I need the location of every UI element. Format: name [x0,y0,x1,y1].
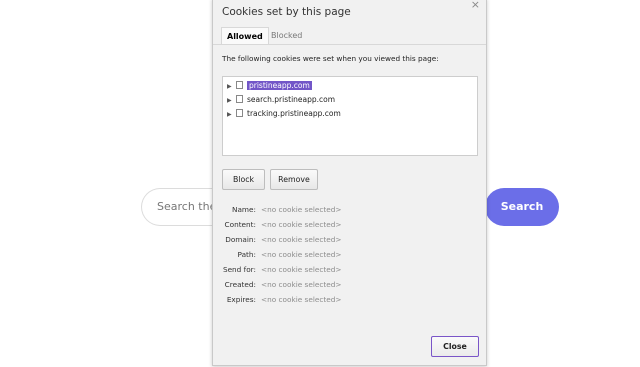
cookie-tree[interactable]: ▶ pristineapp.com ▶ search.pristineapp.com… [222,76,478,156]
tab-allowed[interactable]: Allowed [221,27,269,44]
detail-label: Domain: [225,235,256,244]
file-icon [236,95,243,103]
detail-row-content: Content: <no cookie selected> [213,220,488,234]
expand-arrow-icon[interactable]: ▶ [227,95,236,107]
detail-row-send-for: Send for: <no cookie selected> [213,265,488,279]
detail-row-path: Path: <no cookie selected> [213,250,488,264]
close-icon[interactable]: × [471,0,480,11]
tab-bar: Allowed Blocked [213,27,486,45]
detail-value: <no cookie selected> [261,265,342,274]
detail-row-expires: Expires: <no cookie selected> [213,295,488,309]
cookies-dialog: Cookies set by this page × Allowed Block… [212,0,487,366]
detail-label: Name: [232,205,256,214]
detail-row-name: Name: <no cookie selected> [213,205,488,219]
detail-label: Content: [224,220,256,229]
detail-row-domain: Domain: <no cookie selected> [213,235,488,249]
detail-value: <no cookie selected> [261,250,342,259]
detail-label: Path: [237,250,257,259]
detail-value: <no cookie selected> [261,220,342,229]
close-button[interactable]: Close [431,336,479,357]
tree-item-tracking-pristineapp[interactable]: ▶ tracking.pristineapp.com [227,108,341,120]
tree-item-pristineapp[interactable]: ▶ pristineapp.com [227,80,312,92]
dialog-title: Cookies set by this page [222,6,351,18]
tree-item-label: pristineapp.com [247,81,312,90]
intro-text: The following cookies were set when you … [222,54,439,63]
remove-button[interactable]: Remove [270,169,318,190]
file-icon [236,81,243,89]
detail-value: <no cookie selected> [261,295,342,304]
detail-label: Send for: [222,265,256,274]
tree-item-label: search.pristineapp.com [247,95,336,104]
tab-blocked[interactable]: Blocked [266,27,307,44]
detail-value: <no cookie selected> [261,235,342,244]
detail-value: <no cookie selected> [261,205,342,214]
expand-arrow-icon[interactable]: ▶ [227,109,236,121]
search-button[interactable]: Search [485,188,559,226]
detail-row-created: Created: <no cookie selected> [213,280,488,294]
block-button[interactable]: Block [222,169,265,190]
tree-item-search-pristineapp[interactable]: ▶ search.pristineapp.com [227,94,335,106]
tree-item-label: tracking.pristineapp.com [247,109,341,118]
expand-arrow-icon[interactable]: ▶ [227,81,236,93]
file-icon [236,109,243,117]
detail-label: Expires: [226,295,256,304]
detail-value: <no cookie selected> [261,280,342,289]
detail-label: Created: [224,280,256,289]
